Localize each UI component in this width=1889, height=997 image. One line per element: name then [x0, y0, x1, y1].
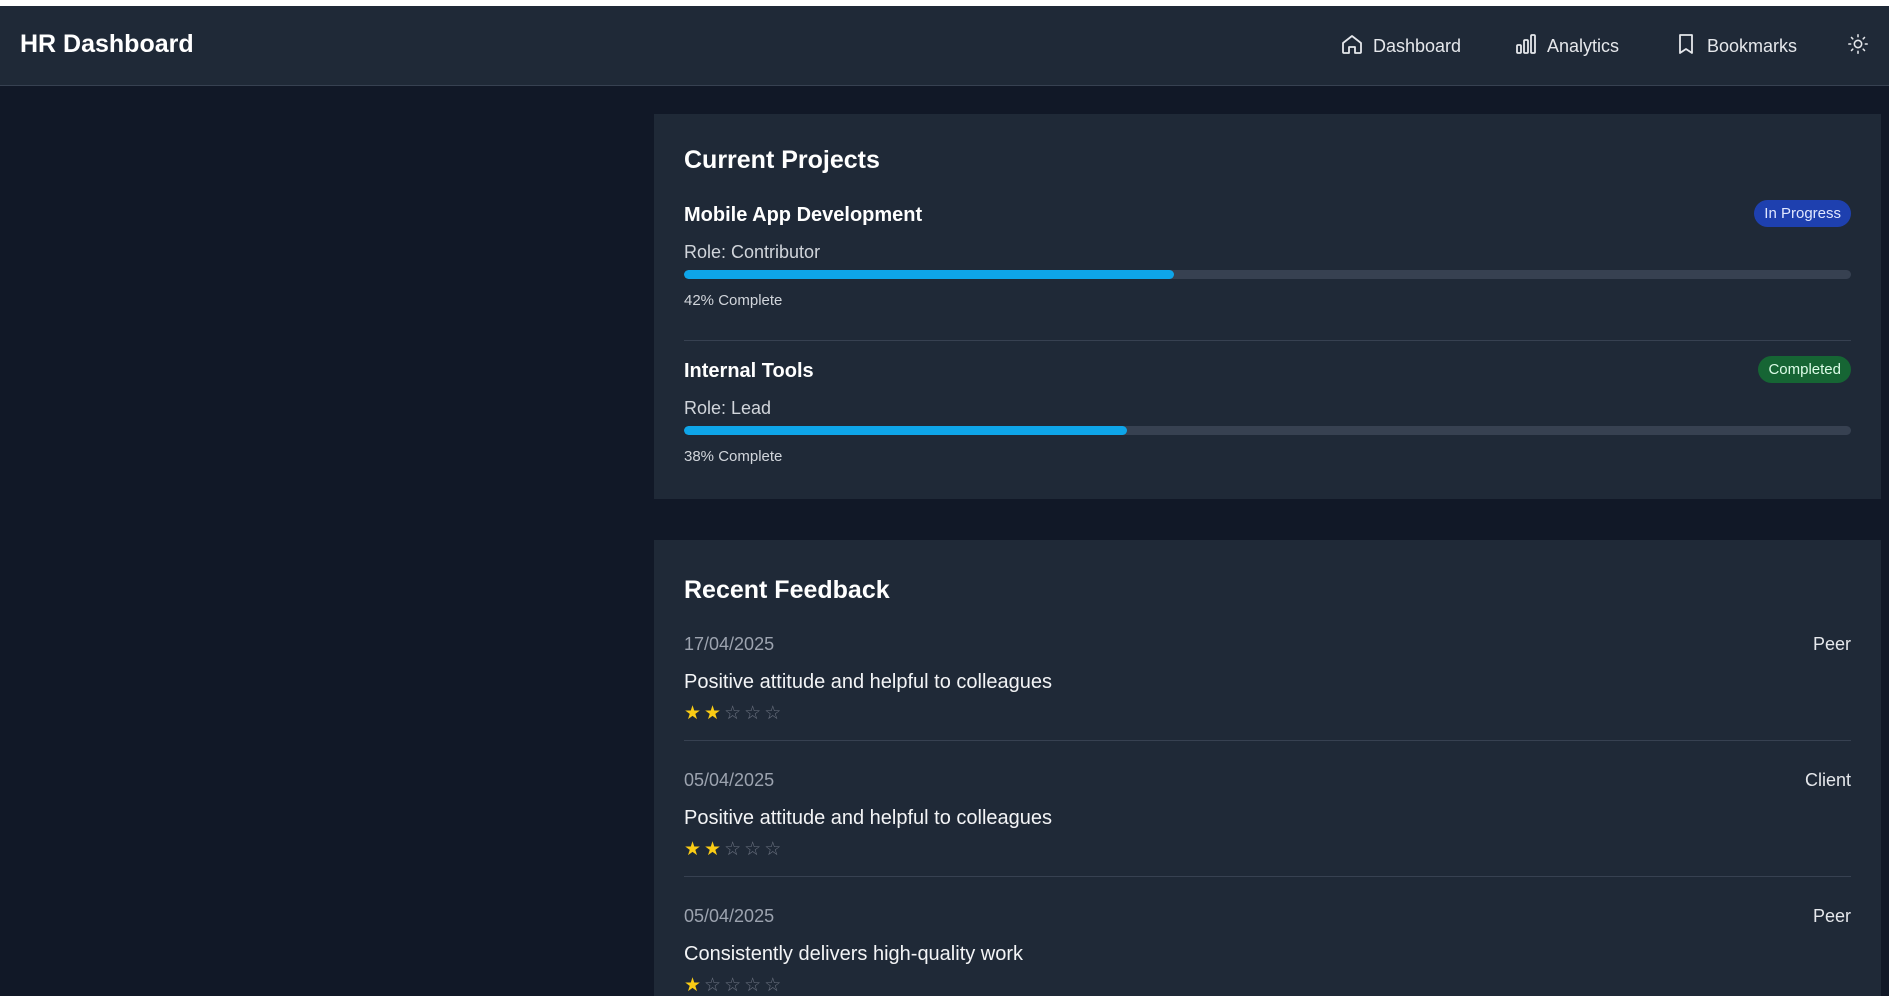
feedback-source: Peer [1812, 634, 1851, 654]
recent-feedback-title: Recent Feedback [684, 576, 890, 604]
feedback-item: 05/04/2025 Client Positive attitude and … [684, 770, 1851, 900]
recent-feedback-card: Recent Feedback 17/04/2025 Peer Positive… [654, 540, 1881, 996]
feedback-item: 17/04/2025 Peer Positive attitude and he… [684, 634, 1851, 764]
feedback-source: Client [1804, 770, 1851, 790]
star-empty-icon: ☆ [764, 975, 782, 996]
nav-bookmarks[interactable]: Bookmarks [1674, 32, 1797, 60]
status-badge: In Progress [1754, 200, 1851, 227]
feedback-item: 05/04/2025 Peer Consistently delivers hi… [684, 906, 1851, 996]
top-navbar: HR Dashboard Dashboard Analytics Bookmar… [0, 6, 1889, 86]
project-role: Role: Contributor [684, 242, 821, 262]
app-root: HR Dashboard Dashboard Analytics Bookmar… [0, 6, 1889, 996]
nav-analytics-label: Analytics [1547, 35, 1620, 56]
status-badge: Completed [1758, 356, 1851, 383]
progress-fill [684, 270, 1175, 279]
project-item: Mobile App Development In Progress Role:… [684, 200, 1851, 344]
feedback-date: 17/04/2025 [684, 634, 775, 654]
star-empty-icon: ☆ [744, 703, 762, 724]
project-name: Internal Tools [684, 360, 814, 382]
project-item: Internal Tools Completed Role: Lead 38% … [684, 356, 1851, 500]
nav-dashboard[interactable]: Dashboard [1340, 32, 1461, 60]
current-projects-title: Current Projects [684, 146, 880, 174]
star-filled-icon: ★ [684, 703, 702, 724]
star-filled-icon: ★ [684, 839, 702, 860]
star-filled-icon: ★ [684, 975, 702, 996]
progress-text: 38% Complete [684, 448, 783, 465]
star-filled-icon: ★ [704, 839, 722, 860]
progress-text: 42% Complete [684, 292, 783, 309]
app-title: HR Dashboard [20, 30, 194, 58]
star-empty-icon: ☆ [744, 839, 762, 860]
feedback-text: Positive attitude and helpful to colleag… [684, 807, 1053, 829]
feedback-source: Peer [1812, 906, 1851, 926]
feedback-text: Consistently delivers high-quality work [684, 943, 1024, 965]
star-empty-icon: ☆ [724, 839, 742, 860]
star-empty-icon: ☆ [744, 975, 762, 996]
current-projects-card: Current Projects Mobile App Development … [654, 114, 1881, 499]
star-rating: ★ ☆ ☆ ☆ ☆ [684, 976, 781, 996]
star-empty-icon: ☆ [724, 703, 742, 724]
nav-analytics[interactable]: Analytics [1514, 32, 1619, 60]
bar-chart-icon [1514, 32, 1538, 61]
divider [684, 876, 1851, 877]
divider [684, 340, 1851, 341]
feedback-date: 05/04/2025 [684, 770, 775, 790]
progress-bar [684, 270, 1851, 279]
nav-dashboard-label: Dashboard [1373, 35, 1462, 56]
nav-bookmarks-label: Bookmarks [1707, 35, 1798, 56]
progress-fill [684, 426, 1128, 435]
divider [684, 740, 1851, 741]
home-icon [1340, 32, 1364, 61]
star-rating: ★ ★ ☆ ☆ ☆ [684, 704, 781, 724]
star-empty-icon: ☆ [704, 975, 722, 996]
star-empty-icon: ☆ [764, 703, 782, 724]
sun-icon [1847, 33, 1869, 60]
star-filled-icon: ★ [704, 703, 722, 724]
star-rating: ★ ★ ☆ ☆ ☆ [684, 840, 781, 860]
star-empty-icon: ☆ [724, 975, 742, 996]
project-role: Role: Lead [684, 398, 772, 418]
theme-toggle-button[interactable] [1846, 33, 1870, 60]
project-name: Mobile App Development [684, 204, 923, 226]
progress-bar [684, 426, 1851, 435]
feedback-date: 05/04/2025 [684, 906, 775, 926]
feedback-text: Positive attitude and helpful to colleag… [684, 671, 1053, 693]
star-empty-icon: ☆ [764, 839, 782, 860]
bookmark-icon [1674, 32, 1698, 61]
